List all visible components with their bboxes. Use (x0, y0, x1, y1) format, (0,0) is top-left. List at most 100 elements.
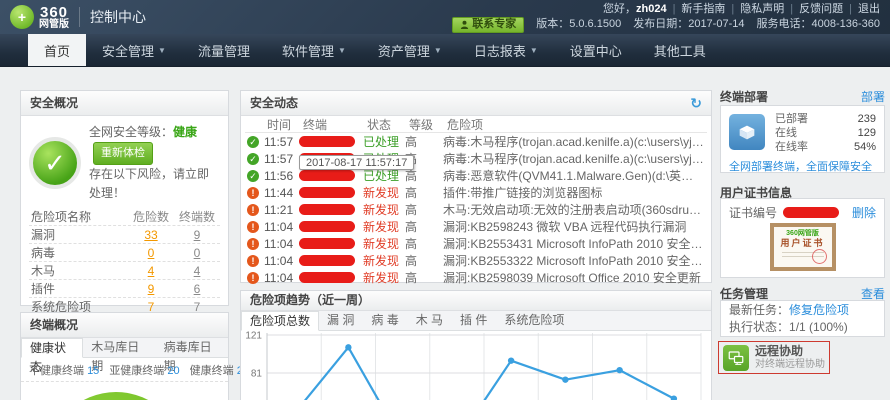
latest-task-row: 最新任务：修复危险项 (721, 301, 884, 318)
header-link[interactable]: 隐私声明 (740, 2, 784, 17)
nav-item-label: 其他工具 (654, 41, 706, 60)
handled-check-icon: ✓ (247, 170, 259, 182)
health-check-icon: ✓ (29, 137, 81, 189)
col-status: 状态 (367, 118, 409, 133)
latest-task-link[interactable]: 修复危险项 (789, 303, 849, 317)
activity-row[interactable]: ✓ 11:57 已处理 高 病毒:木马程序(trojan.acad.kenilf… (241, 133, 711, 150)
nav-item-label: 首页 (44, 41, 70, 60)
trend-tab[interactable]: 危险项总数 (241, 311, 319, 331)
activity-row[interactable]: ! 11:04 新发现 高 漏洞:KB2553431 Microsoft Inf… (241, 235, 711, 252)
activity-risk: 病毒:木马程序(trojan.acad.kenilfe.a)(c:\users\… (443, 150, 705, 167)
nav-item[interactable]: 其他工具 (638, 34, 722, 66)
nav-item[interactable]: 资产管理 ▼ (362, 34, 458, 66)
version-label: 版本：5.0.6.1500 (536, 17, 621, 32)
app-title: 控制中心 (90, 7, 146, 27)
task-status-value: 1/1 (100%) (789, 320, 848, 334)
terminal-count-link[interactable]: 0 (194, 246, 201, 260)
security-overview-card: 安全概况 ✓ 全网安全等级：健康重新体检 存在以下风险，请立即处理！ 危险项名称… (20, 90, 229, 306)
recheck-button[interactable]: 重新体检 (93, 142, 153, 165)
redaction-mark (299, 272, 355, 283)
alert-icon: ! (247, 204, 259, 216)
activity-risk: 漏洞:KB2553322 Microsoft InfoPath 2010 安全更… (443, 252, 705, 269)
username: zh024 (636, 3, 667, 15)
deploy-link[interactable]: 部署 (861, 88, 885, 105)
trend-tab[interactable]: 木 马 (408, 311, 452, 330)
delete-certificate-link[interactable]: 删除 (852, 204, 876, 221)
nav-item[interactable]: 首页 (28, 34, 86, 66)
activity-risk: 病毒:木马程序(trojan.acad.kenilfe.a)(c:\users\… (443, 133, 705, 150)
trend-tab[interactable]: 系统危险项 (496, 311, 573, 330)
deploy-box-icon (729, 114, 765, 150)
risk-count-link[interactable]: 33 (144, 228, 157, 242)
activity-time: 11:21 (264, 203, 299, 217)
alert-icon: ! (247, 272, 259, 284)
remote-assist-item[interactable]: 远程协助 对终端远程协助 (718, 341, 830, 374)
360-logo-icon: + (10, 5, 34, 29)
activity-row[interactable]: ! 11:04 新发现 高 漏洞:KB2598039 Microsoft Off… (241, 269, 711, 286)
risk-trend-card: 危险项趋势（近一周） 危险项总数 漏 洞 病 毒 木 马 插 件 系统危险项 1… (240, 290, 712, 400)
trend-tabs: 危险项总数 漏 洞 病 毒 木 马 插 件 系统危险项 (241, 311, 711, 331)
health-pie-chart (21, 382, 228, 400)
trend-tab[interactable]: 漏 洞 (319, 311, 363, 330)
certificate-card: 证书编号 删除 360网管版 用户证书 (720, 198, 885, 278)
app-header: + 360 网管版 控制中心 您好，zh024 |新手指南 |隐私声明 |反馈问… (0, 0, 890, 34)
deploy-all-link[interactable]: 全网部署终端，全面保障安全 (721, 156, 884, 174)
risk-name: 木马 (29, 262, 128, 279)
tab-label: 病 毒 (371, 313, 398, 327)
greeting: 您好，zh024 (603, 2, 667, 17)
deployment-card: 已部署 239 在线 129 在线率 54% 全网部署终端，全面保障安全 (720, 105, 885, 173)
header-link[interactable]: 退出 (858, 2, 880, 17)
activity-row[interactable]: ! 11:04 新发现 高 漏洞:KB2553322 Microsoft Inf… (241, 252, 711, 269)
risk-count-link[interactable]: 4 (148, 264, 155, 278)
nav-item[interactable]: 安全管理 ▼ (86, 34, 182, 66)
activity-row[interactable]: ! 11:21 新发现 高 木马:无效启动项:无效的注册表启动项(360sdru… (241, 201, 711, 218)
terminal-tab[interactable]: 病毒库日期 (156, 338, 228, 357)
terminal-count-link[interactable]: 9 (194, 228, 201, 242)
level-label: 全网安全等级： (89, 125, 173, 139)
terminal-tab[interactable]: 木马库日期 (83, 338, 155, 357)
level-value: 健康 (173, 125, 197, 139)
terminal-tab[interactable]: 健康状态 (21, 338, 83, 358)
certificate-stamp (812, 249, 827, 264)
nav-item[interactable]: 设置中心 (554, 34, 638, 66)
redaction-mark (299, 255, 355, 266)
activity-time: 11:44 (264, 186, 299, 200)
nav-item[interactable]: 流量管理 (182, 34, 266, 66)
activity-terminal (299, 253, 363, 269)
trend-tab[interactable]: 插 件 (452, 311, 496, 330)
risk-table-row: 插件 9 6 (29, 279, 220, 297)
deploy-stat-value: 54% (854, 140, 876, 154)
nav-item[interactable]: 日志报表 ▼ (458, 34, 554, 66)
activity-risk: 木马:无效启动项:无效的注册表启动项(360sdrun.exe) (443, 201, 705, 218)
nav-item[interactable]: 软件管理 ▼ (266, 34, 362, 66)
deployment-stat-row: 在线 129 (775, 126, 876, 140)
redaction-mark (299, 238, 355, 249)
terminal-stat: 不健康终端 15 (29, 362, 99, 378)
refresh-icon[interactable]: ↻ (690, 91, 702, 115)
activity-status: 新发现 (363, 252, 405, 269)
terminal-count-link[interactable]: 6 (194, 282, 201, 296)
header-link[interactable]: 反馈问题 (799, 2, 843, 17)
activity-row[interactable]: ! 11:44 新发现 高 插件:带推广链接的浏览器图标 (241, 184, 711, 201)
risk-count-link[interactable]: 9 (148, 282, 155, 296)
terminal-count-link[interactable]: 4 (194, 264, 201, 278)
stat-label: 亚健康终端 (109, 365, 164, 377)
deploy-stat-value: 129 (858, 126, 876, 140)
nav-item-label: 日志报表 (474, 41, 526, 60)
risk-name: 漏洞 (29, 226, 128, 243)
trend-chart-svg: 12181411 (241, 331, 711, 400)
deploy-stat-value: 239 (858, 112, 876, 126)
risk-trend-header: 危险项趋势（近一周） (241, 291, 711, 311)
link-separator: | (673, 2, 676, 17)
deploy-stat-label: 已部署 (775, 112, 808, 126)
trend-tab[interactable]: 病 毒 (363, 311, 407, 330)
activity-row[interactable]: ! 11:04 新发现 高 漏洞:KB2598243 微软 VBA 远程代码执行… (241, 218, 711, 235)
security-overview-title: 安全概况 (30, 91, 78, 115)
content-area: 安全概况 ✓ 全网安全等级：健康重新体检 存在以下风险，请立即处理！ 危险项名称… (0, 67, 890, 400)
contact-expert-button[interactable]: 联系专家 (452, 17, 524, 33)
risk-count-link[interactable]: 0 (148, 246, 155, 260)
certificate-text: 用户证书 (774, 238, 832, 249)
chevron-down-icon: ▼ (530, 46, 538, 55)
certificate-logo-text: 360网管版 (774, 229, 832, 238)
header-link[interactable]: 新手指南 (681, 2, 725, 17)
